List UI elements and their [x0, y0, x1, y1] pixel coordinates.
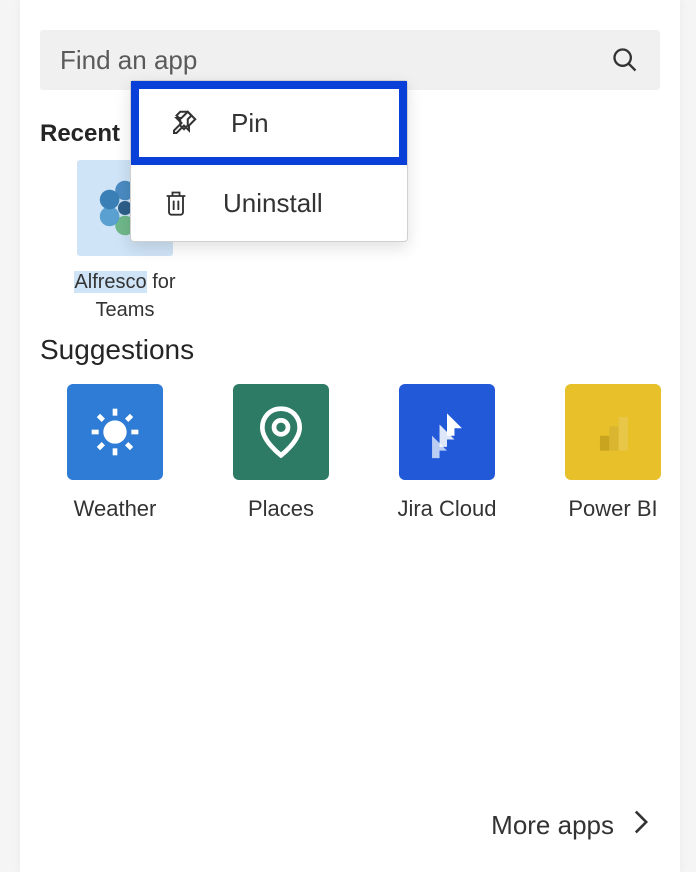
- suggestions-row: Weather Places Jira Cloud: [20, 384, 680, 522]
- context-menu-pin[interactable]: Pin: [131, 81, 407, 165]
- context-menu-pin-label: Pin: [231, 108, 269, 139]
- context-menu-uninstall[interactable]: Uninstall: [131, 165, 407, 241]
- chevron-right-icon: [632, 809, 650, 842]
- suggestion-label: Places: [248, 496, 314, 522]
- trash-icon: [157, 188, 195, 218]
- places-icon: [233, 384, 329, 480]
- weather-icon: [67, 384, 163, 480]
- suggestion-label: Jira Cloud: [397, 496, 496, 522]
- suggestion-label: Weather: [74, 496, 157, 522]
- suggestion-places[interactable]: Places: [226, 384, 336, 522]
- app-flyout-panel: Find an app Recent: [20, 0, 680, 872]
- search-placeholder: Find an app: [60, 45, 610, 76]
- search-icon: [610, 45, 640, 75]
- context-menu-uninstall-label: Uninstall: [223, 188, 323, 219]
- pin-icon: [165, 108, 203, 138]
- suggestion-jira[interactable]: Jira Cloud: [392, 384, 502, 522]
- suggestion-label: Power BI: [568, 496, 657, 522]
- more-apps-label: More apps: [491, 810, 614, 841]
- more-apps-link[interactable]: More apps: [491, 809, 650, 842]
- suggestions-heading: Suggestions: [40, 334, 680, 366]
- jira-icon: [399, 384, 495, 480]
- context-menu: Pin Uninstall: [130, 80, 408, 242]
- suggestion-weather[interactable]: Weather: [60, 384, 170, 522]
- suggestion-powerbi[interactable]: Power BI: [558, 384, 668, 522]
- powerbi-icon: [565, 384, 661, 480]
- recent-app-label: Alfresco for Teams: [60, 268, 190, 324]
